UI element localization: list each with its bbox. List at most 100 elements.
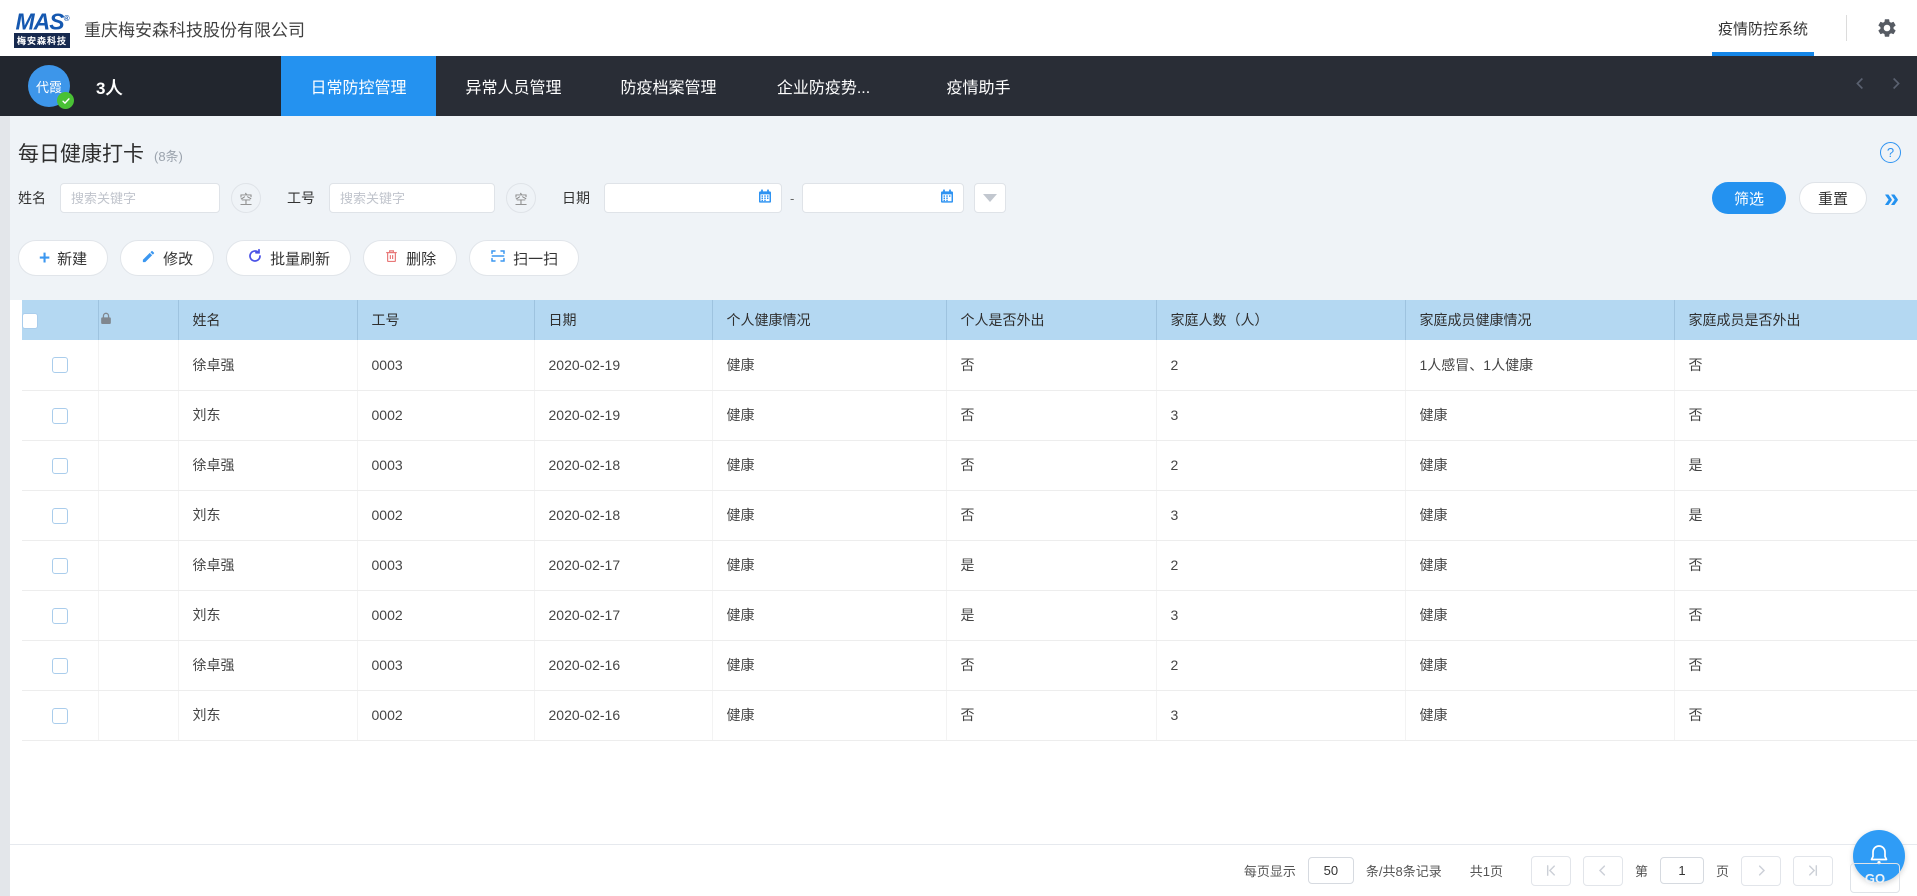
scan-button[interactable]: 扫一扫: [469, 240, 579, 276]
table-row[interactable]: 刘东 0002 2020-02-19 健康 否 3 健康 否: [22, 390, 1917, 440]
delete-button-label: 删除: [406, 248, 436, 269]
calendar-icon[interactable]: [939, 188, 955, 209]
lock-cell: [98, 490, 178, 540]
new-button[interactable]: + 新建: [18, 240, 108, 276]
delete-button[interactable]: 删除: [363, 240, 457, 276]
filter-button[interactable]: 筛选: [1712, 182, 1786, 214]
name-search-input[interactable]: [60, 183, 220, 213]
cell-personal-health: 健康: [712, 440, 946, 490]
cell-personal-outing: 是: [946, 540, 1156, 590]
cell-date: 2020-02-18: [534, 490, 712, 540]
last-page-button[interactable]: [1793, 856, 1833, 886]
table-row[interactable]: 徐卓强 0003 2020-02-16 健康 否 2 健康 否: [22, 640, 1917, 690]
table-panel: 姓名 工号 日期 个人健康情况 个人是否外出 家庭人数（人） 家庭成员健康情况 …: [10, 300, 1917, 844]
table-row[interactable]: 刘东 0002 2020-02-16 健康 否 3 健康 否: [22, 690, 1917, 740]
batch-refresh-button[interactable]: 批量刷新: [226, 240, 351, 276]
table-body: 徐卓强 0003 2020-02-19 健康 否 2 1人感冒、1人健康 否 刘…: [22, 340, 1917, 740]
refresh-icon: [247, 248, 263, 268]
title-row: 每日健康打卡 (8条): [10, 116, 1917, 166]
cell-family-health: 健康: [1405, 490, 1674, 540]
table-row[interactable]: 刘东 0002 2020-02-18 健康 否 3 健康 是: [22, 490, 1917, 540]
total-pages-label: 共1页: [1470, 861, 1503, 880]
logo-sub-text: 梅安森科技: [14, 33, 70, 48]
date-start-input[interactable]: [604, 183, 782, 213]
next-page-button[interactable]: [1741, 856, 1781, 886]
row-checkbox[interactable]: [52, 357, 68, 373]
lock-icon: [99, 313, 113, 329]
cell-date: 2020-02-16: [534, 690, 712, 740]
lock-cell: [98, 690, 178, 740]
cell-personal-health: 健康: [712, 540, 946, 590]
cell-personal-outing: 否: [946, 440, 1156, 490]
caret-down-icon: [983, 194, 997, 202]
cell-name: 刘东: [178, 490, 357, 540]
chevron-left-icon[interactable]: [1853, 76, 1868, 96]
row-checkbox[interactable]: [52, 558, 68, 574]
table-row[interactable]: 徐卓强 0003 2020-02-17 健康 是 2 健康 否: [22, 540, 1917, 590]
date-end-field[interactable]: [807, 184, 939, 212]
cell-personal-outing: 否: [946, 640, 1156, 690]
cell-personal-outing: 否: [946, 690, 1156, 740]
row-checkbox[interactable]: [52, 608, 68, 624]
table-row[interactable]: 徐卓强 0003 2020-02-19 健康 否 2 1人感冒、1人健康 否: [22, 340, 1917, 390]
record-count: (8条): [154, 146, 183, 165]
expand-filters-icon[interactable]: »: [1884, 184, 1899, 212]
filter-row: 姓名 空 工号 空 日期 -: [10, 166, 1917, 214]
cell-employee-id: 0002: [357, 490, 534, 540]
edit-button[interactable]: 修改: [120, 240, 214, 276]
table-row[interactable]: 徐卓强 0003 2020-02-18 健康 否 2 健康 是: [22, 440, 1917, 490]
cell-family-size: 3: [1156, 490, 1405, 540]
tab-enterprise-situation[interactable]: 企业防疫势...: [746, 56, 901, 116]
tab-epidemic-assistant[interactable]: 疫情助手: [901, 56, 1056, 116]
lock-cell: [98, 390, 178, 440]
select-all-checkbox[interactable]: [22, 313, 38, 329]
employee-id-search-input[interactable]: [329, 183, 495, 213]
cell-family-outing: 是: [1674, 490, 1917, 540]
cell-family-size: 3: [1156, 690, 1405, 740]
go-button[interactable]: GO: [1850, 863, 1900, 893]
cell-family-health: 健康: [1405, 640, 1674, 690]
cell-personal-outing: 否: [946, 390, 1156, 440]
date-start-field[interactable]: [609, 184, 757, 212]
cell-name: 刘东: [178, 690, 357, 740]
cell-family-size: 3: [1156, 590, 1405, 640]
page-title: 每日健康打卡: [18, 138, 144, 168]
col-family-outing: 家庭成员是否外出: [1674, 300, 1917, 340]
cell-personal-health: 健康: [712, 340, 946, 390]
col-name: 姓名: [178, 300, 357, 340]
table-row[interactable]: 刘东 0002 2020-02-17 健康 是 3 健康 否: [22, 590, 1917, 640]
per-page-input[interactable]: [1308, 857, 1354, 884]
first-page-button[interactable]: [1531, 856, 1571, 886]
new-button-label: 新建: [57, 248, 87, 269]
page-number-input[interactable]: [1660, 857, 1704, 884]
cell-employee-id: 0003: [357, 640, 534, 690]
system-tab-epidemic-control[interactable]: 疫情防控系统: [1710, 0, 1816, 56]
cell-employee-id: 0003: [357, 340, 534, 390]
help-icon[interactable]: ?: [1880, 142, 1901, 163]
tab-daily-prevention[interactable]: 日常防控管理: [281, 56, 436, 116]
avatar[interactable]: 代霞: [28, 65, 70, 107]
tab-prevention-archives[interactable]: 防疫档案管理: [591, 56, 746, 116]
date-preset-dropdown[interactable]: [974, 183, 1006, 213]
prev-page-button[interactable]: [1583, 856, 1623, 886]
name-empty-toggle[interactable]: 空: [231, 183, 261, 213]
reset-button[interactable]: 重置: [1799, 182, 1867, 214]
cell-name: 刘东: [178, 390, 357, 440]
row-checkbox[interactable]: [52, 408, 68, 424]
tab-abnormal-personnel[interactable]: 异常人员管理: [436, 56, 591, 116]
row-checkbox[interactable]: [52, 508, 68, 524]
calendar-icon[interactable]: [757, 188, 773, 209]
col-family-health: 家庭成员健康情况: [1405, 300, 1674, 340]
row-checkbox[interactable]: [52, 658, 68, 674]
col-personal-outing: 个人是否外出: [946, 300, 1156, 340]
cell-personal-outing: 否: [946, 340, 1156, 390]
date-end-input[interactable]: [802, 183, 964, 213]
cell-family-outing: 是: [1674, 440, 1917, 490]
row-checkbox[interactable]: [52, 708, 68, 724]
row-checkbox[interactable]: [52, 458, 68, 474]
gear-icon[interactable]: [1875, 16, 1899, 40]
chevron-right-icon[interactable]: [1888, 76, 1903, 96]
main-panel: 每日健康打卡 (8条) ? 姓名 空 工号 空 日期 -: [10, 116, 1917, 896]
employee-id-empty-toggle[interactable]: 空: [506, 183, 536, 213]
records-total-label: 条/共8条记录: [1366, 861, 1442, 880]
